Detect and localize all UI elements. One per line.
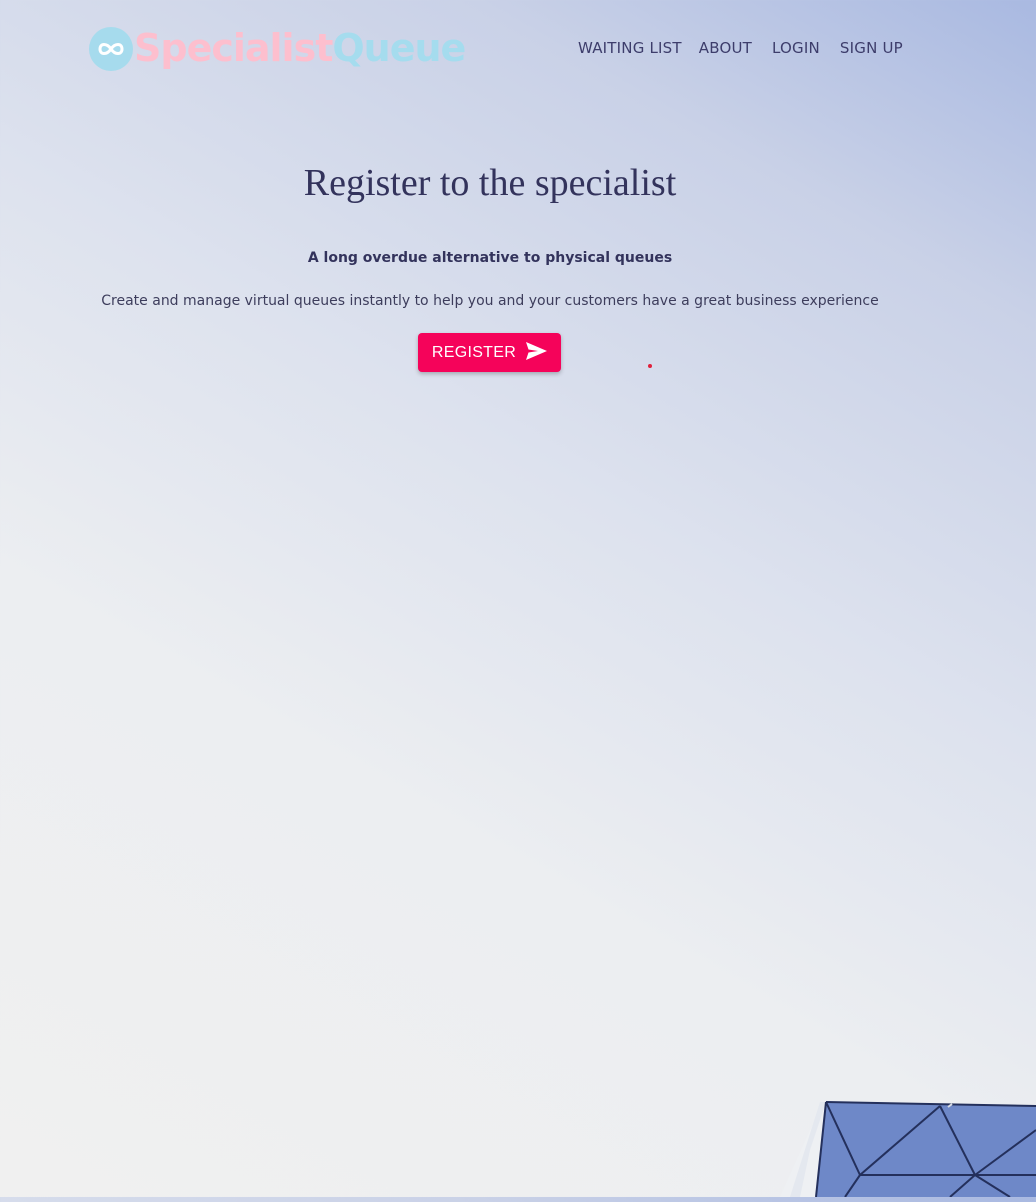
nav-about-link[interactable]: ABOUT	[699, 38, 752, 58]
logo[interactable]: SpecialistQueue	[89, 26, 466, 71]
logo-word-specialist: Specialist	[134, 26, 333, 70]
register-button[interactable]: REGISTER	[418, 333, 561, 372]
register-button-label: REGISTER	[431, 343, 517, 361]
nav-login-link[interactable]: LOGIN	[772, 38, 820, 58]
navbar: SpecialistQueue WAITING LIST ABOUT LOGIN…	[0, 0, 1036, 96]
red-dot	[648, 364, 652, 368]
hero-description: Create and manage virtual queues instant…	[101, 293, 879, 309]
nav-links: WAITING LIST ABOUT LOGIN SIGN UP	[578, 38, 903, 58]
infinity-icon	[89, 26, 133, 71]
hero-subtitle: A long overdue alternative to physical q…	[307, 250, 673, 266]
nav-signup-link[interactable]: SIGN UP	[840, 38, 903, 58]
logo-text: SpecialistQueue	[134, 26, 466, 71]
send-icon	[526, 342, 548, 363]
page-title: Register to the specialist	[303, 162, 677, 204]
nav-waiting-list-link[interactable]: WAITING LIST	[578, 38, 682, 58]
building-image	[760, 1090, 1036, 1198]
logo-word-queue: Queue	[332, 26, 466, 70]
